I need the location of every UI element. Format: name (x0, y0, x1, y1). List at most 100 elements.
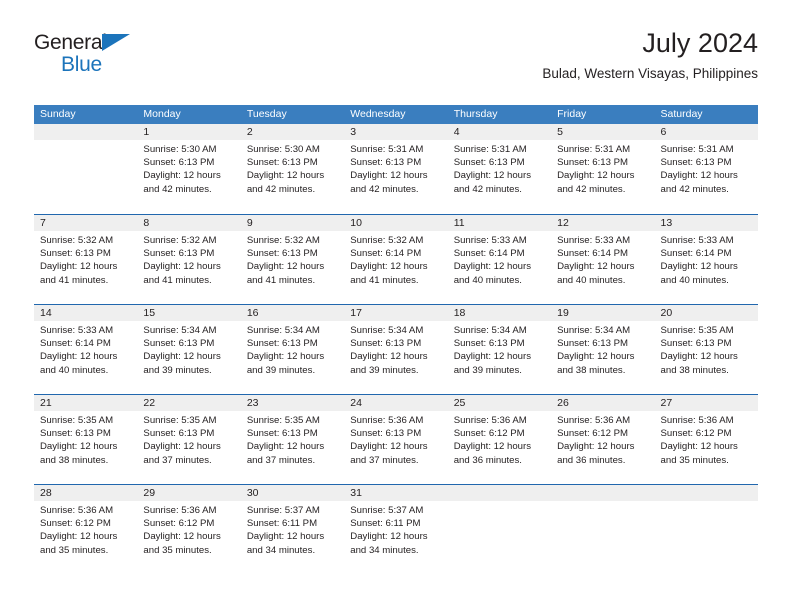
day-detail-line: Sunrise: 5:35 AM (40, 415, 114, 426)
day-detail-line: and 35 minutes. (660, 454, 729, 466)
day-details: Sunrise: 5:30 AM Sunset: 6:13 PM Daylight:… (137, 140, 240, 196)
calendar-day-cell[interactable]: 5 Sunrise: 5:31 AM Sunset: 6:13 PM Daylight… (551, 124, 655, 214)
calendar-day-cell[interactable]: 14 Sunrise: 5:33 AM Sunset: 6:14 PM Dayligh… (34, 305, 138, 394)
day-number: 31 (344, 485, 448, 501)
calendar-day-empty (654, 485, 758, 574)
calendar-day-cell[interactable]: 17 Sunrise: 5:34 AM Sunset: 6:13 PM Dayligh… (344, 305, 448, 394)
day-detail-line: Sunrise: 5:32 AM (40, 235, 114, 246)
day-detail-line: Sunrise: 5:35 AM (660, 325, 734, 336)
day-details: Sunrise: 5:31 AM Sunset: 6:13 PM Daylight:… (448, 140, 551, 196)
day-detail-line: Sunrise: 5:37 AM (350, 505, 424, 516)
day-detail-line: and 42 minutes. (350, 183, 419, 195)
calendar-day-cell[interactable]: 25 Sunrise: 5:36 AM Sunset: 6:12 PM Dayligh… (447, 395, 552, 484)
day-detail-line: Sunset: 6:13 PM (246, 338, 318, 350)
calendar-day-cell[interactable]: 2 Sunrise: 5:30 AM Sunset: 6:13 PM Daylight… (240, 124, 345, 214)
day-detail-line: Sunset: 6:13 PM (453, 157, 525, 169)
day-number: 5 (551, 124, 655, 140)
calendar-day-cell[interactable]: 13 Sunrise: 5:33 AM Sunset: 6:14 PM Dayligh… (654, 215, 758, 304)
day-details: Sunrise: 5:32 AM Sunset: 6:13 PM Daylight:… (34, 231, 137, 287)
day-detail-line: Sunrise: 5:35 AM (246, 415, 320, 426)
page-title: July 2024 (642, 28, 758, 58)
day-number: 23 (240, 395, 345, 411)
day-detail-line: Daylight: 12 hours (660, 170, 738, 182)
weekday-header-row: Sunday Monday Tuesday Wednesday Thursday Frid… (34, 105, 758, 124)
day-details: Sunrise: 5:31 AM Sunset: 6:13 PM Daylight:… (551, 140, 654, 196)
day-detail-line: Sunset: 6:13 PM (246, 157, 318, 169)
day-detail-line: Daylight: 12 hours (350, 531, 428, 543)
day-detail-line: Sunset: 6:13 PM (350, 338, 422, 350)
calendar-weeks: 1 Sunrise: 5:30 AM Sunset: 6:13 PM Daylight… (34, 124, 758, 574)
day-details: Sunrise: 5:36 AM Sunset: 6:12 PM Daylight:… (655, 411, 758, 467)
day-details: Sunrise: 5:32 AM Sunset: 6:13 PM Daylight:… (137, 231, 240, 287)
brand-name-blue: Blue (61, 53, 102, 76)
day-detail-line: Sunset: 6:13 PM (453, 338, 525, 350)
day-details: Sunrise: 5:34 AM Sunset: 6:13 PM Daylight:… (241, 321, 344, 377)
day-detail-line: Sunrise: 5:36 AM (350, 415, 424, 426)
day-details: Sunrise: 5:33 AM Sunset: 6:14 PM Daylight:… (655, 231, 758, 287)
day-detail-line: and 40 minutes. (40, 364, 109, 376)
calendar-day-cell[interactable]: 20 Sunrise: 5:35 AM Sunset: 6:13 PM Dayligh… (654, 305, 758, 394)
day-number: 4 (447, 124, 552, 140)
day-details: Sunrise: 5:32 AM Sunset: 6:13 PM Daylight:… (241, 231, 344, 287)
day-number (34, 124, 138, 140)
calendar-day-cell[interactable]: 12 Sunrise: 5:33 AM Sunset: 6:14 PM Dayligh… (551, 215, 655, 304)
day-number: 14 (34, 305, 138, 321)
calendar-day-cell[interactable]: 23 Sunrise: 5:35 AM Sunset: 6:13 PM Dayligh… (240, 395, 345, 484)
day-number: 20 (654, 305, 758, 321)
day-detail-line: Sunrise: 5:34 AM (143, 325, 217, 336)
day-details (551, 501, 654, 504)
day-number: 3 (344, 124, 448, 140)
calendar-day-cell[interactable]: 8 Sunrise: 5:32 AM Sunset: 6:13 PM Daylight… (137, 215, 241, 304)
calendar-day-cell[interactable]: 27 Sunrise: 5:36 AM Sunset: 6:12 PM Dayligh… (654, 395, 758, 484)
brand-logo[interactable]: General Blue (34, 32, 164, 84)
day-details: Sunrise: 5:34 AM Sunset: 6:13 PM Daylight:… (344, 321, 447, 377)
day-detail-line: Sunrise: 5:33 AM (40, 325, 114, 336)
day-detail-line: Daylight: 12 hours (246, 261, 325, 273)
calendar-day-empty (34, 124, 138, 214)
calendar-day-cell[interactable]: 21 Sunrise: 5:35 AM Sunset: 6:13 PM Dayligh… (34, 395, 138, 484)
day-detail-line: Sunset: 6:13 PM (350, 157, 422, 169)
calendar-day-cell[interactable]: 24 Sunrise: 5:36 AM Sunset: 6:13 PM Dayligh… (344, 395, 448, 484)
day-number: 19 (551, 305, 655, 321)
day-detail-line: and 39 minutes. (246, 364, 316, 376)
calendar-day-cell[interactable]: 9 Sunrise: 5:32 AM Sunset: 6:13 PM Daylight… (240, 215, 345, 304)
day-detail-line: and 34 minutes. (246, 544, 316, 556)
calendar-day-cell[interactable]: 18 Sunrise: 5:34 AM Sunset: 6:13 PM Dayligh… (447, 305, 552, 394)
day-number: 12 (551, 215, 655, 231)
day-detail-line: Daylight: 12 hours (246, 170, 325, 182)
day-detail-line: and 38 minutes. (40, 454, 109, 466)
day-details: Sunrise: 5:31 AM Sunset: 6:13 PM Daylight:… (344, 140, 447, 196)
day-detail-line: Sunrise: 5:34 AM (246, 325, 320, 336)
day-detail-line: and 35 minutes. (40, 544, 109, 556)
calendar-day-cell[interactable]: 26 Sunrise: 5:36 AM Sunset: 6:12 PM Dayligh… (551, 395, 655, 484)
calendar-day-cell[interactable]: 7 Sunrise: 5:32 AM Sunset: 6:13 PM Daylight… (34, 215, 138, 304)
day-detail-line: and 41 minutes. (246, 274, 316, 286)
day-detail-line: Sunset: 6:13 PM (660, 157, 732, 169)
day-detail-line: Sunset: 6:13 PM (143, 338, 215, 350)
day-detail-line: and 39 minutes. (350, 364, 419, 376)
day-detail-line: Sunset: 6:13 PM (143, 157, 215, 169)
day-detail-line: Sunrise: 5:31 AM (557, 144, 631, 155)
calendar-day-cell[interactable]: 28 Sunrise: 5:36 AM Sunset: 6:12 PM Dayligh… (34, 485, 138, 574)
day-detail-line: Daylight: 12 hours (143, 441, 221, 453)
calendar-day-cell[interactable]: 16 Sunrise: 5:34 AM Sunset: 6:13 PM Dayligh… (240, 305, 345, 394)
calendar-day-cell[interactable]: 10 Sunrise: 5:32 AM Sunset: 6:14 PM Dayligh… (344, 215, 448, 304)
calendar-day-cell[interactable]: 3 Sunrise: 5:31 AM Sunset: 6:13 PM Daylight… (344, 124, 448, 214)
calendar-day-cell[interactable]: 4 Sunrise: 5:31 AM Sunset: 6:13 PM Daylight… (447, 124, 552, 214)
day-detail-line: Daylight: 12 hours (143, 170, 221, 182)
calendar-day-cell[interactable]: 15 Sunrise: 5:34 AM Sunset: 6:13 PM Dayligh… (137, 305, 241, 394)
calendar-day-cell[interactable]: 22 Sunrise: 5:35 AM Sunset: 6:13 PM Dayligh… (137, 395, 241, 484)
day-details: Sunrise: 5:31 AM Sunset: 6:13 PM Daylight:… (655, 140, 758, 196)
calendar-day-cell[interactable]: 29 Sunrise: 5:36 AM Sunset: 6:12 PM Dayligh… (137, 485, 241, 574)
calendar-day-cell[interactable]: 1 Sunrise: 5:30 AM Sunset: 6:13 PM Daylight… (137, 124, 241, 214)
day-detail-line: Sunset: 6:13 PM (246, 248, 318, 260)
calendar-day-cell[interactable]: 31 Sunrise: 5:37 AM Sunset: 6:11 PM Dayligh… (344, 485, 448, 574)
calendar-day-cell[interactable]: 30 Sunrise: 5:37 AM Sunset: 6:11 PM Dayligh… (240, 485, 345, 574)
calendar-day-cell[interactable]: 6 Sunrise: 5:31 AM Sunset: 6:13 PM Daylight… (654, 124, 758, 214)
day-number: 15 (137, 305, 241, 321)
calendar-day-cell[interactable]: 19 Sunrise: 5:34 AM Sunset: 6:13 PM Dayligh… (551, 305, 655, 394)
weekday-header-monday: Monday (143, 108, 181, 120)
day-detail-line: Sunset: 6:14 PM (453, 248, 525, 260)
calendar-day-cell[interactable]: 11 Sunrise: 5:33 AM Sunset: 6:14 PM Dayligh… (447, 215, 552, 304)
day-details: Sunrise: 5:36 AM Sunset: 6:12 PM Daylight:… (551, 411, 654, 467)
